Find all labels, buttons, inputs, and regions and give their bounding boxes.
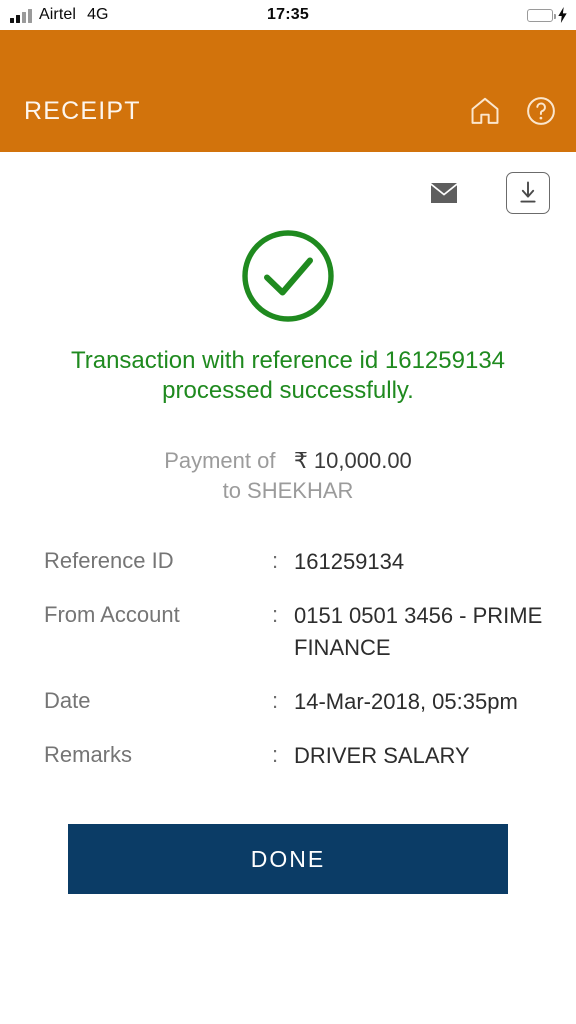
check-circle-icon	[242, 230, 334, 322]
download-button[interactable]	[506, 172, 550, 214]
table-row: Remarks : DRIVER SALARY	[44, 740, 554, 772]
detail-value: 14-Mar-2018, 05:35pm	[294, 689, 518, 714]
done-button[interactable]: DONE	[68, 824, 508, 894]
app-header: RECEIPT	[0, 30, 576, 152]
receipt-body: Transaction with reference id 161259134 …	[0, 152, 576, 894]
help-icon[interactable]	[524, 94, 558, 128]
lightning-bolt-icon	[558, 7, 567, 23]
detail-separator: :	[272, 548, 279, 573]
receipt-screen: Airtel 4G 17:35 RECEIPT Transaction with…	[0, 0, 576, 1024]
table-row: From Account : 0151 0501 3456 - PRIME FI…	[44, 600, 554, 664]
footer-actions: DONE	[0, 772, 576, 894]
payment-prefix: Payment of	[164, 448, 276, 473]
detail-value: DRIVER SALARY	[294, 743, 470, 768]
home-icon[interactable]	[468, 94, 502, 128]
battery-icon	[527, 8, 556, 22]
detail-label: Reference ID	[44, 548, 174, 573]
table-row: Reference ID : 161259134	[44, 546, 554, 578]
detail-label: Date	[44, 688, 91, 713]
header-actions	[468, 94, 558, 128]
status-bar-right	[527, 0, 568, 30]
detail-label: From Account	[44, 602, 180, 627]
payment-summary: Payment of ₹ 10,000.00 to SHEKHAR	[58, 446, 518, 506]
detail-list: Reference ID : 161259134 From Account : …	[0, 546, 576, 772]
detail-separator: :	[272, 688, 279, 713]
detail-separator: :	[272, 742, 279, 767]
success-message: Transaction with reference id 161259134 …	[70, 347, 506, 404]
payment-amount: ₹ 10,000.00	[293, 448, 412, 473]
email-icon[interactable]	[430, 182, 458, 204]
detail-label: Remarks	[44, 742, 133, 767]
page-title: RECEIPT	[24, 97, 141, 125]
payment-payee: to SHEKHAR	[222, 478, 354, 503]
download-icon	[520, 181, 536, 203]
receipt-toolbar	[0, 152, 576, 214]
success-icon-wrap	[0, 228, 576, 324]
status-bar: Airtel 4G 17:35	[0, 0, 576, 30]
detail-value: 0151 0501 3456 - PRIME FINANCE	[294, 603, 543, 660]
table-row: Date : 14-Mar-2018, 05:35pm	[44, 686, 554, 718]
detail-separator: :	[272, 602, 279, 627]
detail-value: 161259134	[294, 549, 405, 574]
status-bar-clock: 17:35	[267, 6, 309, 23]
